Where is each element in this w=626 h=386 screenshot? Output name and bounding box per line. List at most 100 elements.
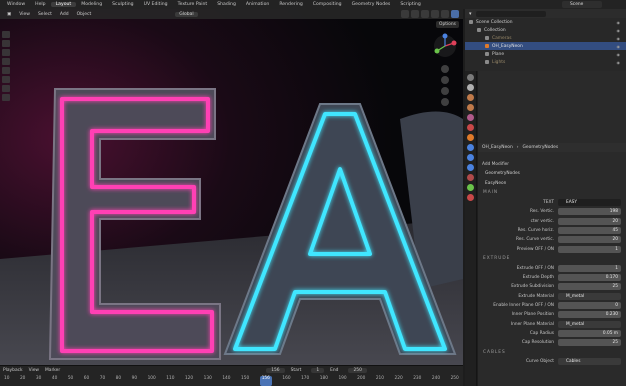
workspace-tab-rendering[interactable]: Rendering [274,2,307,7]
property-number-field[interactable]: 25 [558,339,621,347]
workspace-tab-sculpting[interactable]: Sculpting [107,2,138,7]
output-tab-icon[interactable] [467,94,474,101]
add-modifier-button[interactable]: Add Modifier [478,160,626,169]
transform-tool-icon[interactable] [2,76,10,83]
outliner-row[interactable]: Cameras ◉ [465,34,626,42]
property-number-field[interactable]: 198 [558,208,621,216]
material-tab-icon[interactable] [467,194,474,201]
end-frame-field[interactable]: 250 [348,367,367,373]
outliner-row[interactable]: Scene Collection ◉ [465,18,626,26]
property-number-field[interactable]: 20 [558,217,621,225]
section-header[interactable]: CABLES [478,347,626,357]
workspace-tab-shading[interactable]: Shading [212,2,241,7]
measure-tool-icon[interactable] [2,94,10,101]
property-number-field[interactable]: 0.230 [558,311,621,319]
outliner-row[interactable]: Plane ◉ [465,50,626,58]
select-menu[interactable]: Select [34,12,56,17]
material-shading-icon[interactable] [441,10,449,18]
scene-selector[interactable]: Scene [562,1,602,8]
wireframe-shading-icon[interactable] [421,10,429,18]
property-number-field[interactable]: 25 [558,283,621,291]
outliner-item-icon [469,20,473,24]
modifier-tab-icon[interactable] [467,144,474,151]
rendered-shading-icon[interactable] [451,10,459,18]
property-label: Extrude Depth [522,275,554,281]
viewport-render [0,9,463,377]
timeline-view-menu[interactable]: View [29,368,39,373]
visibility-eye-icon[interactable]: ◉ [617,60,621,65]
property-number-field[interactable]: 0 [558,302,621,309]
transform-orientation-dropdown[interactable]: Global [175,11,198,17]
nodegroup-selector[interactable]: EasyNeon [482,179,621,187]
property-number-field[interactable]: 0.05 m [558,329,621,337]
visibility-eye-icon[interactable]: ◉ [617,20,621,25]
move-tool-icon[interactable] [2,49,10,56]
particles-tab-icon[interactable] [467,154,474,161]
workspace-tab-compositing[interactable]: Compositing [308,2,347,7]
view-layer-tab-icon[interactable] [467,104,474,111]
property-object-field[interactable]: M_metal [558,292,621,300]
timeline-ruler[interactable]: 10 20 30 40 50 60 70 80 90 100 110 120 130 140 150 156 1… [0,376,463,386]
timeline-tick: 50 [67,376,74,381]
workspace-tab-modeling[interactable]: Modeling [76,2,107,7]
object-menu[interactable]: Object [73,12,96,17]
playback-menu[interactable]: Playback [3,368,23,373]
current-frame-field[interactable]: 156 [266,367,285,373]
section-header[interactable]: MAIN [478,188,626,198]
physics-tab-icon[interactable] [467,164,474,171]
workspace-tab-animation[interactable]: Animation [241,2,274,7]
add-menu[interactable]: Add [56,12,73,17]
property-number-field[interactable]: 45 [558,226,621,234]
navigation-gizmo[interactable] [430,33,460,123]
outliner-item-icon [485,44,489,48]
outliner-search-input[interactable] [475,10,546,17]
rotate-tool-icon[interactable] [2,58,10,65]
modifier-name-field[interactable]: GeometryNodes [482,170,621,178]
viewport-mode-icon[interactable]: ▣ [3,12,15,17]
visibility-eye-icon[interactable]: ◉ [617,28,621,33]
outliner-row[interactable]: OH_EasyNeon ◉ [465,42,626,50]
menu-window[interactable]: Window [2,2,30,7]
overlay-icon[interactable] [401,10,409,18]
section-header[interactable]: EXTRUDE [478,254,626,264]
view-menu[interactable]: View [15,12,34,17]
data-tab-icon[interactable] [467,184,474,191]
workspace-tab-geometry-nodes[interactable]: Geometry Nodes [347,2,396,7]
xray-icon[interactable] [411,10,419,18]
property-number-field[interactable]: 0.170 [558,274,621,282]
visibility-eye-icon[interactable]: ◉ [617,44,621,49]
options-button[interactable]: Options [436,21,459,28]
workspace-tab-scripting[interactable]: Scripting [395,2,425,7]
timeline-tick: 156 [259,376,272,386]
visibility-eye-icon[interactable]: ◉ [617,36,621,41]
menu-help[interactable]: Help [30,2,50,7]
property-number-field[interactable]: 20 [558,236,621,244]
workspace-tab-texture-paint[interactable]: Texture Paint [173,2,213,7]
outliner-filter-icon[interactable]: ▾ [469,11,472,17]
object-tab-icon[interactable] [467,134,474,141]
outliner-row[interactable]: Lights ◉ [465,58,626,66]
property-text-field[interactable]: EASY [558,199,621,207]
start-frame-field[interactable]: 1 [311,367,325,373]
cursor-tool-icon[interactable] [2,40,10,47]
select-tool-icon[interactable] [2,31,10,38]
property-number-field[interactable]: 1 [558,264,621,272]
workspace-tab-uv-editing[interactable]: UV Editing [139,2,173,7]
marker-menu[interactable]: Marker [45,368,60,373]
constraints-tab-icon[interactable] [467,174,474,181]
scale-tool-icon[interactable] [2,67,10,74]
property-label: Inner Plane Position [511,312,554,318]
property-number-field[interactable]: 1 [558,245,621,253]
render-tab-icon[interactable] [467,84,474,91]
solid-shading-icon[interactable] [431,10,439,18]
visibility-eye-icon[interactable]: ◉ [617,52,621,57]
outliner-row[interactable]: Collection ◉ [465,26,626,34]
world-tab-icon[interactable] [467,124,474,131]
annotate-tool-icon[interactable] [2,85,10,92]
tool-tab-icon[interactable] [467,74,474,81]
workspace-tab-layout[interactable]: Layout [50,2,77,7]
property-object-field[interactable]: M_metal [558,320,621,328]
property-object-field[interactable]: Cables [558,358,621,366]
scene-tab-icon[interactable] [467,114,474,121]
3d-viewport[interactable]: ▣ View Select Add Object Global Options [0,9,463,377]
